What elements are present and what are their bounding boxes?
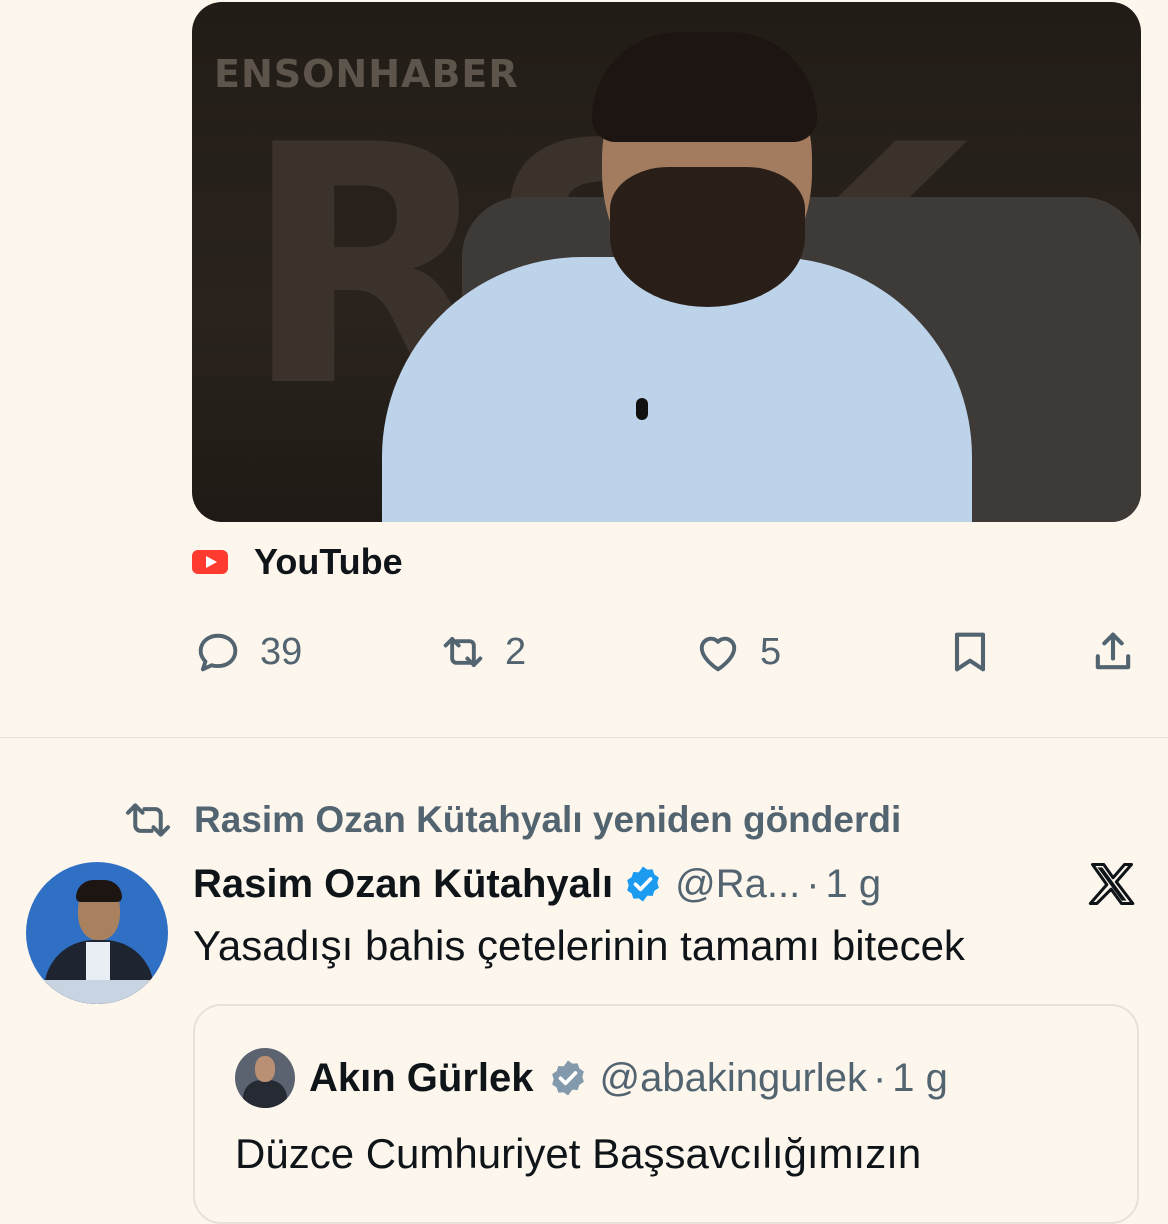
- share-button[interactable]: [1087, 622, 1139, 682]
- media-brand-text: ENSONHABER: [214, 52, 519, 96]
- tweet-timestamp[interactable]: 1 g: [826, 862, 882, 907]
- repost-context-text: Rasim Ozan Kütahyalı yeniden gönderdi: [194, 799, 902, 840]
- quoted-display-name[interactable]: Akın Gürlek: [309, 1056, 534, 1101]
- tweet-action-bar: 39 2 5: [192, 622, 1152, 682]
- quoted-avatar-face: [255, 1056, 275, 1082]
- quoted-tweet[interactable]: Akın Gürlek @abakingurlek · 1 g Düzce Cu…: [193, 1004, 1139, 1224]
- media-lapel-mic: [636, 398, 648, 420]
- tweet-text: Yasadışı bahis çetelerinin tamamı bitece…: [193, 922, 965, 969]
- link-source[interactable]: YouTube: [192, 540, 403, 584]
- bookmark-button[interactable]: [944, 622, 996, 682]
- avatar-hair: [76, 880, 122, 902]
- like-button[interactable]: 5: [692, 622, 781, 682]
- youtube-icon: [192, 550, 228, 574]
- media-person-beard: [610, 167, 805, 307]
- reply-icon: [198, 633, 238, 672]
- tweet-divider: [0, 737, 1168, 738]
- quoted-timestamp[interactable]: 1 g: [892, 1056, 948, 1101]
- verified-badge-icon: [551, 1060, 584, 1096]
- quoted-tweet-text: Düzce Cumhuriyet Başsavcılığımızın: [235, 1130, 922, 1177]
- quoted-author-row: Akın Gürlek @abakingurlek · 1 g: [309, 1052, 948, 1104]
- repost-context[interactable]: Rasim Ozan Kütahyalı yeniden gönderdi: [124, 798, 901, 842]
- quoted-author-avatar[interactable]: [235, 1048, 295, 1108]
- repost-icon: [126, 803, 170, 837]
- quoted-avatar-suit: [243, 1080, 287, 1108]
- repost-button[interactable]: 2: [437, 622, 526, 682]
- like-count: 5: [760, 630, 782, 673]
- author-display-name[interactable]: Rasim Ozan Kütahyalı: [193, 862, 613, 907]
- heart-icon: [699, 636, 737, 672]
- repost-count: 2: [505, 630, 527, 673]
- quoted-handle[interactable]: @abakingurlek: [600, 1056, 867, 1101]
- author-avatar[interactable]: [26, 862, 168, 1004]
- meta-separator: ·: [806, 861, 820, 906]
- reply-count: 39: [260, 630, 303, 673]
- tweet-media-thumbnail[interactable]: RSK ENSONHABER: [192, 2, 1141, 522]
- media-person-hair: [592, 32, 817, 142]
- verified-badge-icon: [627, 866, 659, 902]
- bookmark-icon: [954, 632, 986, 672]
- reply-button[interactable]: 39: [192, 622, 302, 682]
- author-row: Rasim Ozan Kütahyalı @Ra... · 1 g: [193, 858, 881, 910]
- avatar-desk: [26, 980, 168, 1004]
- author-handle[interactable]: @Ra...: [675, 862, 800, 907]
- repost-icon: [443, 637, 483, 667]
- share-icon: [1095, 632, 1131, 670]
- x-logo-icon: [1088, 862, 1135, 906]
- link-source-label: YouTube: [254, 541, 403, 582]
- meta-separator: ·: [872, 1055, 887, 1100]
